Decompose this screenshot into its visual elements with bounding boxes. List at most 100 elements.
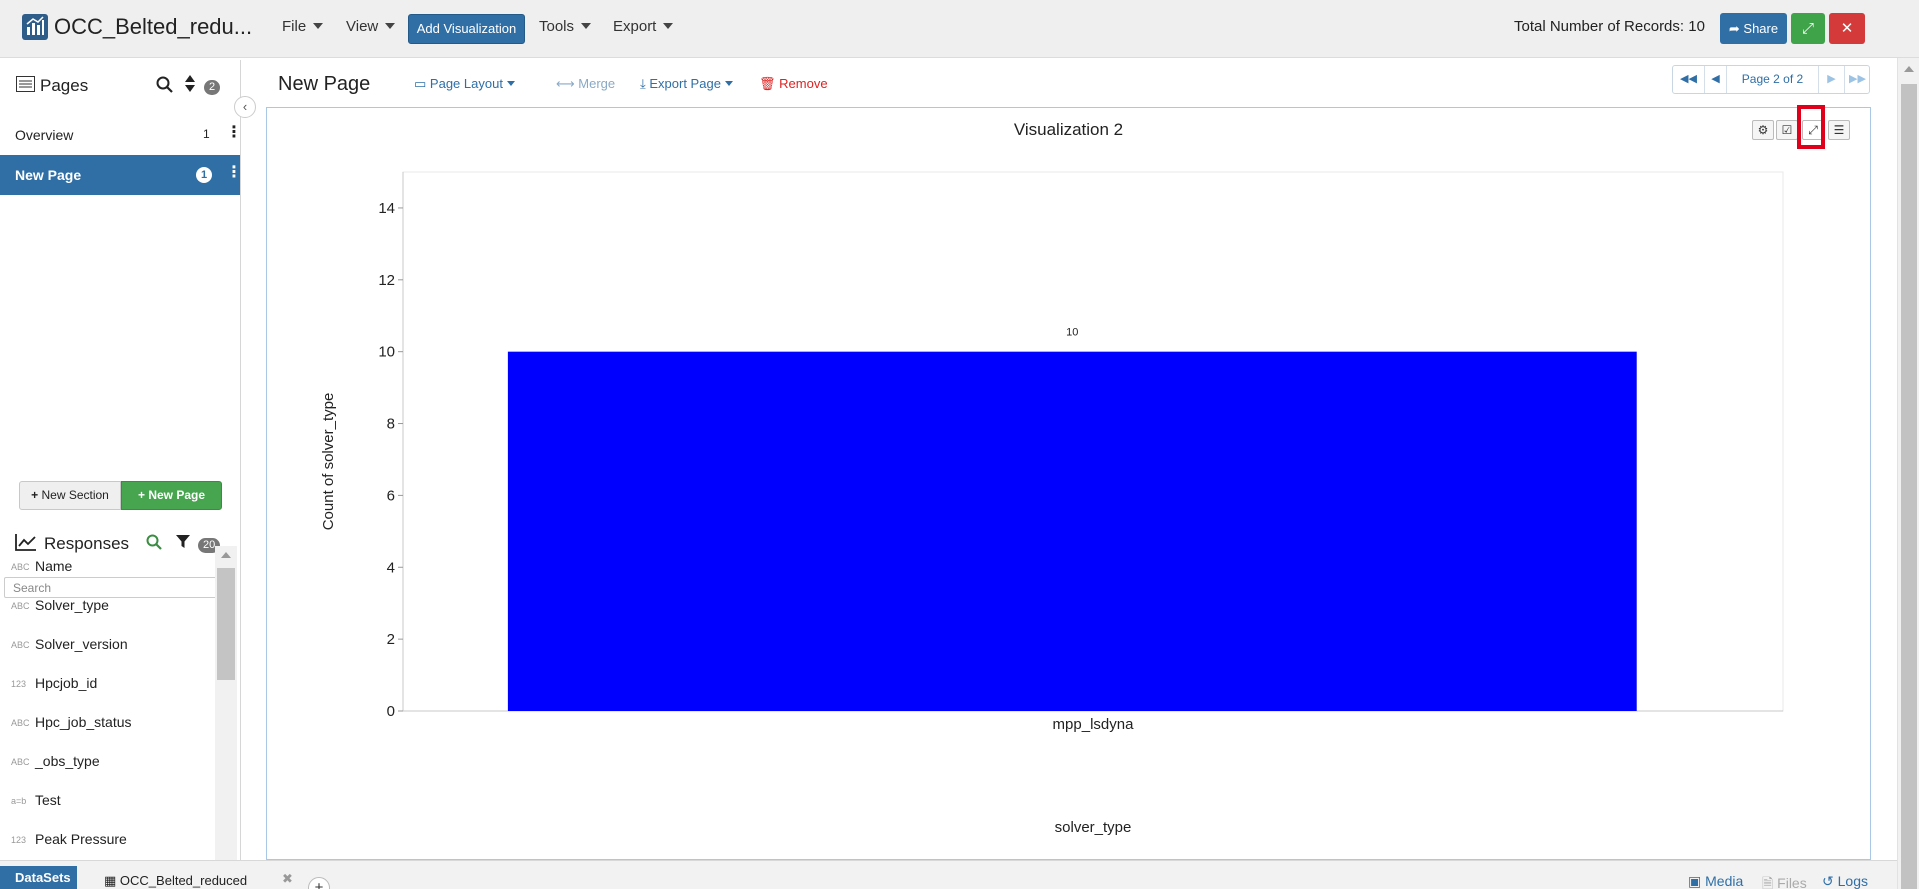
dataset-file-tab[interactable]: ▦ OCC_Belted_reduced <box>104 873 247 889</box>
menu-tools[interactable]: Tools <box>539 18 592 35</box>
prev-page-button[interactable]: ◀ <box>1705 66 1727 93</box>
share-button[interactable]: ➦ Share <box>1720 13 1787 44</box>
x-axis-title: solver_type <box>1055 819 1132 836</box>
response-name: Solver_version <box>35 636 128 652</box>
type-label: ABC <box>11 757 30 767</box>
page-title: New Page <box>278 73 371 95</box>
page-item-overview[interactable]: Overview 1 ⋮ <box>0 115 242 155</box>
list-item[interactable]: ABC Hpc_job_status <box>0 708 215 738</box>
app-logo-icon <box>22 14 48 40</box>
share-icon: ➦ <box>1728 21 1740 36</box>
double-chevron-right-icon: ▶▶ <box>1849 73 1866 85</box>
response-name: Hpcjob_id <box>35 675 98 691</box>
new-section-button[interactable]: + New Section <box>19 481 121 510</box>
filter-icon[interactable] <box>176 535 190 552</box>
menu-file[interactable]: File <box>282 18 324 35</box>
app-title: OCC_Belted_redu... <box>54 14 253 39</box>
y-tick-label: 14 <box>378 200 395 217</box>
history-icon: ↺ <box>1822 873 1834 889</box>
chevron-down-icon <box>724 81 733 86</box>
scrollbar-thumb[interactable] <box>1901 84 1917 889</box>
page-item-label: Overview <box>15 127 74 143</box>
plus-icon: + <box>137 488 145 502</box>
more-options-icon[interactable]: ⋮ <box>226 165 242 181</box>
page-layout-button[interactable]: ▭ Page Layout <box>414 76 515 92</box>
response-name: Peak Pressure <box>35 831 127 847</box>
list-item[interactable]: ABC Name <box>0 552 215 582</box>
plus-icon: + <box>31 488 39 502</box>
files-link[interactable]: 🗎 Files <box>1762 873 1807 889</box>
bar-data-label: 10 <box>1066 327 1078 339</box>
scroll-up-icon[interactable] <box>1904 66 1914 72</box>
expand-icon: ⤢ <box>1801 20 1814 37</box>
page-scrollbar[interactable] <box>1897 58 1919 889</box>
pages-title: Pages <box>40 76 89 95</box>
remove-page-button[interactable]: 🗑 Remove <box>759 76 828 92</box>
bar-chart: 0 2 4 6 8 10 12 14 10 mpp_lsdyna solver_type Count … <box>320 171 1784 836</box>
type-label: ABC <box>11 601 30 611</box>
page-item-new-page[interactable]: New Page 1 ⋮ <box>0 155 242 195</box>
menu-view[interactable]: View <box>346 18 396 35</box>
export-page-button[interactable]: ⤓ Export Page <box>640 76 733 92</box>
page-item-count: 1 <box>196 167 212 183</box>
new-page-button[interactable]: + New Page <box>121 481 222 510</box>
list-item[interactable]: 123 Peak Pressure <box>0 825 215 855</box>
list-item[interactable]: ABC Solver_type <box>0 591 215 621</box>
first-page-button[interactable]: ◀◀ <box>1673 66 1705 93</box>
close-tab-icon[interactable]: ✖ <box>282 871 293 887</box>
scrollbar-thumb[interactable] <box>217 568 235 680</box>
chevron-down-icon <box>581 23 592 29</box>
collapse-sidebar-button[interactable]: ‹ <box>234 96 256 118</box>
export-icon: ⤓ <box>640 76 646 91</box>
line-chart-icon <box>15 534 37 554</box>
pages-list-icon <box>16 76 35 95</box>
top-bar: OCC_Belted_redu... File View Add Visuali… <box>0 0 1919 58</box>
type-label: 123 <box>11 679 27 689</box>
chevron-down-icon <box>663 23 674 29</box>
chevron-left-icon: ‹ <box>242 99 248 114</box>
close-button[interactable]: ✕ <box>1829 13 1865 44</box>
search-icon[interactable] <box>156 76 173 96</box>
response-name: Solver_type <box>35 597 109 613</box>
y-tick-label: 8 <box>387 416 395 433</box>
list-item[interactable]: a=b Test <box>0 786 215 816</box>
scroll-up-icon[interactable] <box>221 552 231 558</box>
media-link[interactable]: ▣ Media <box>1688 873 1743 889</box>
add-visualization-button[interactable]: Add Visualization <box>408 14 525 44</box>
menu-export[interactable]: Export <box>613 18 674 35</box>
type-label: 123 <box>11 835 27 845</box>
y-tick-label: 2 <box>387 631 395 648</box>
sort-icon[interactable] <box>185 75 195 95</box>
more-options-icon[interactable]: ⋮ <box>226 125 242 141</box>
y-axis-title: Count of solver_type <box>320 393 337 531</box>
trash-icon: 🗑 <box>759 76 776 91</box>
response-name: Hpc_job_status <box>35 714 132 730</box>
merge-button[interactable]: ⟷ Merge <box>556 76 615 92</box>
next-page-button[interactable]: ▶ <box>1819 66 1845 93</box>
list-item[interactable]: ABC _obs_type <box>0 747 215 777</box>
responses-scrollbar[interactable] <box>215 546 237 860</box>
close-icon: ✕ <box>1840 20 1854 37</box>
chevron-down-icon <box>385 23 396 29</box>
y-tick-label: 6 <box>387 487 395 504</box>
fullscreen-button[interactable]: ⤢ <box>1791 13 1825 44</box>
table-icon: ▦ <box>104 873 117 888</box>
response-name: Test <box>35 792 61 808</box>
search-icon[interactable] <box>146 534 162 553</box>
add-tab-button[interactable]: + <box>308 877 330 889</box>
last-page-button[interactable]: ▶▶ <box>1845 66 1870 93</box>
type-label: ABC <box>11 562 30 572</box>
datasets-tab[interactable]: DataSets <box>0 866 77 889</box>
double-chevron-left-icon: ◀◀ <box>1680 73 1697 85</box>
list-item[interactable]: ABC Solver_version <box>0 630 215 660</box>
list-item[interactable]: 123 Hpcjob_id <box>0 669 215 699</box>
type-label: a=b <box>11 796 27 806</box>
file-icon: 🗎 <box>1762 875 1774 889</box>
chevron-down-icon <box>313 23 324 29</box>
page-indicator: Page 2 of 2 <box>1727 66 1819 93</box>
chevron-left-icon: ◀ <box>1711 73 1720 85</box>
image-icon: ▣ <box>1688 873 1702 889</box>
logs-link[interactable]: ↺ Logs <box>1822 873 1868 889</box>
visualization-panel: Visualization 2 ⚙ ☑ ⤢ ☰ 0 2 4 6 8 10 12 14 10 mpp… <box>266 105 1871 860</box>
sidebar: Pages 2 Overview 1 ⋮ New Page 1 ⋮ + New … <box>0 60 242 860</box>
